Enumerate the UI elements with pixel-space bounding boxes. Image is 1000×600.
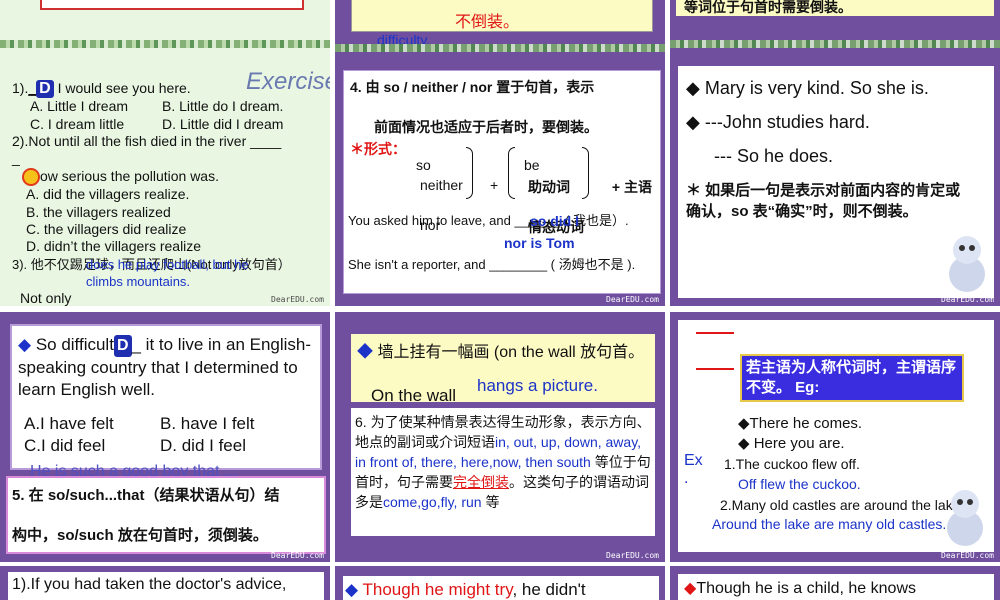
content-box: 4. 由 so / neither / nor 置于句首，表示 前面情况也适应于…	[343, 70, 661, 294]
red-line-1	[696, 332, 734, 334]
diamond-icon: ◆	[686, 78, 700, 98]
exercise-2: 2.Many old castles are around the lake.	[720, 497, 965, 513]
q2-option-b: B. the villagers realized	[26, 204, 171, 220]
example-a: ◆There he comes.	[738, 415, 863, 432]
brand-logo: DearEDU.com	[271, 295, 324, 304]
item-5-line-2: 构中，so/such 放在句首时，须倒装。	[12, 527, 268, 544]
brand-logo: DearEDU.com	[941, 551, 994, 560]
question: ◆ So difficult D _ it to live in an Englis…	[18, 335, 312, 399]
item-5-box: 5. 在 so/such...that（结果状语从句）结 构中，so/such …	[6, 476, 326, 554]
answer-blank: _	[28, 80, 37, 96]
item-5-line-1: 5. 在 so/such...that（结果状语从句）结	[12, 487, 280, 504]
line-1: ◆ 墙上挂有一幅画 (on the wall 放句首。	[357, 344, 645, 361]
top-text: 等词位于句首时需要倒装。	[684, 0, 852, 15]
diamond-icon: ◆	[684, 580, 697, 597]
q3-answer-1: does he play football, but he	[86, 257, 249, 272]
q2-option-c: C. the villagers did realize	[26, 221, 187, 237]
line-2: On the wall	[371, 386, 457, 405]
brand-logo: DearEDU.com	[606, 295, 659, 304]
q1-option-d: D. Little did I dream	[162, 116, 284, 132]
q1-option-b: B. Little do I dream.	[162, 98, 284, 114]
example-1-answer: so did I	[530, 213, 579, 229]
vine-border	[670, 40, 1000, 48]
red-line-2	[696, 368, 734, 370]
exercise-1-answer: Off flew the cuckoo.	[738, 476, 861, 492]
option-b: B. have I felt	[160, 414, 255, 433]
highlight-box: ◆ 墙上挂有一幅画 (on the wall 放句首。 On the wall …	[351, 334, 655, 405]
exercise-2-answer: Around the lake are many old castles.	[712, 516, 947, 532]
example-b: ◆ Here you are.	[738, 435, 845, 452]
example-1: You asked him to leave, and ______. ( 我也…	[348, 213, 629, 228]
diamond-icon: ◆	[357, 344, 374, 361]
line-3: --- So he does.	[714, 146, 834, 166]
example-1-answer-2: nor is Tom	[504, 235, 575, 251]
answer-badge: D	[36, 80, 54, 98]
vine-border	[0, 40, 330, 48]
option-d: D. did I feel	[160, 436, 246, 455]
note: ＊ 如果后一句是表示对前面内容的肯定或确认，so 表“确实”时，则不倒装。	[686, 182, 961, 220]
line-2-answer: hangs a picture.	[477, 376, 598, 395]
robot-mascot-icon	[942, 484, 988, 548]
question-2-cont: ow serious the pollution was.	[40, 168, 219, 184]
q2-option-a: A. did the villagers realize.	[26, 186, 190, 202]
question-box: ◆ So difficult D _ it to live in an Englis…	[10, 324, 322, 470]
exercise-title: Exercise	[246, 68, 330, 95]
option-a: A.I have felt	[24, 414, 114, 433]
diamond-icon: ◆	[345, 580, 359, 599]
question-2: 2).Not until all the fish died in the ri…	[12, 133, 282, 149]
ex-dot: .	[684, 470, 689, 487]
exercise-1: 1.The cuckoo flew off.	[724, 456, 860, 472]
slide-if-advice[interactable]: 1).If you had taken the doctor's advice,	[0, 566, 330, 600]
item-6-box: 6. 为了使某种情景表达得生动形象，表示方向、地点的副词或介词短语in, out…	[351, 408, 655, 536]
brand-logo: DearEDU.com	[941, 295, 994, 304]
question-2-dash: _	[12, 150, 20, 166]
vine-border	[335, 44, 665, 52]
slide-pronoun-rule[interactable]: 若主语为人称代词时，主谓语序不变。 Eg: ◆There he comes. ◆…	[670, 312, 1000, 562]
form-be: be	[524, 157, 540, 173]
sun-icon	[22, 168, 40, 186]
brand-logo: DearEDU.com	[606, 551, 659, 560]
q3-not-only: Not only	[20, 290, 72, 306]
rule-box: 若主语为人称代词时，主谓语序不变。 Eg:	[740, 354, 964, 402]
content-box: ◆ Though he might try, he didn't	[343, 576, 659, 600]
diamond-icon: ◆	[738, 435, 750, 452]
diamond-icon: ◆	[686, 112, 700, 132]
answer-badge: D	[113, 335, 132, 357]
q3-answer-2: climbs mountains.	[86, 274, 191, 289]
form-subject: + 主语	[611, 179, 652, 195]
line: ◆ Though he might try, he didn't	[345, 580, 586, 599]
slide-item-5[interactable]: ◆ So difficult D _ it to live in an Englis…	[0, 312, 330, 562]
top-red-text: 不倒装。	[455, 14, 520, 31]
example-2: She isn't a reporter, and ________ ( 汤姆也…	[348, 257, 636, 272]
content-box: ◆Though he is a child, he knows	[678, 574, 994, 600]
slide-though-try[interactable]: ◆ Though he might try, he didn't	[335, 566, 665, 600]
diamond-icon: ◆	[18, 335, 32, 354]
slide-so-confirm[interactable]: 等词位于句首时需要倒装。 ◆ Mary is very kind. So she…	[670, 0, 1000, 306]
line-1: ◆ Mary is very kind. So she is.	[686, 78, 929, 98]
line: 1).If you had taken the doctor's advice,	[12, 576, 287, 593]
robot-mascot-icon	[944, 230, 990, 294]
line: ◆Though he is a child, he knows	[684, 580, 916, 597]
question-1: 1)._ D I would see you here.	[12, 80, 191, 98]
item-4-heading: 4. 由 so / neither / nor 置于句首，表示	[350, 79, 595, 95]
slide-top-strip	[40, 0, 304, 10]
item-6-text: 6. 为了使某种情景表达得生动形象，表示方向、地点的副词或介词短语in, out…	[355, 414, 651, 510]
slide-though-child[interactable]: ◆Though he is a child, he knows	[670, 566, 1000, 600]
diamond-icon: ◆	[738, 415, 750, 432]
q1-option-c: C. I dream little	[30, 116, 125, 132]
content-box: 1).If you had taken the doctor's advice,	[8, 572, 324, 600]
line-2: ◆ ---John studies hard.	[686, 112, 870, 132]
option-c: C.I did feel	[24, 436, 106, 455]
form-so: so	[416, 157, 431, 173]
q1-option-a: A. Little I dream	[30, 98, 129, 114]
slide-item-4[interactable]: 不倒装。 difficulty. 4. 由 so / neither / nor…	[335, 0, 665, 306]
form-label: ＊形式：	[350, 141, 406, 157]
brand-logo: DearEDU.com	[271, 551, 324, 560]
ex-label: Ex	[684, 452, 703, 469]
slide-item-6[interactable]: ◆ 墙上挂有一幅画 (on the wall 放句首。 On the wall …	[335, 312, 665, 562]
slide-exercise-1[interactable]: Exercise 1)._ D I would see you here. A. …	[0, 0, 330, 306]
item-4-rule: 前面情况也适应于后者时，要倒装。	[374, 119, 598, 135]
q2-option-d: D. didn’t the villagers realize	[26, 238, 202, 254]
